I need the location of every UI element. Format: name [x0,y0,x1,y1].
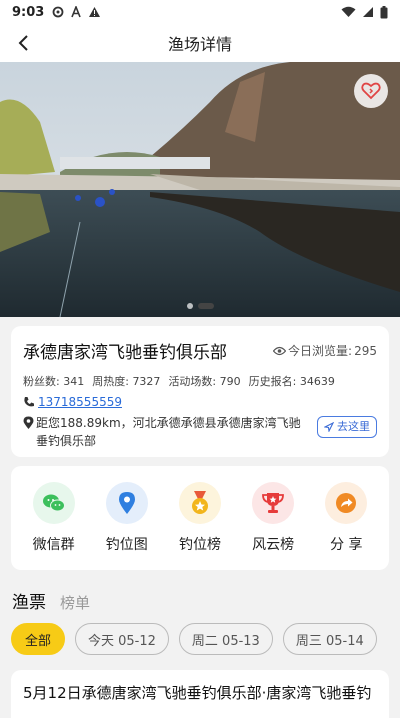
views-value: 295 [354,343,377,358]
signal-icon [363,7,373,17]
heart-icon [361,82,381,100]
views-label: 今日浏览量: [288,344,353,358]
wechat-group-label: 微信群 [32,537,75,553]
ticket-title: 5月12日承德唐家湾飞驰垂钓俱乐部·唐家湾飞驰垂钓 [23,684,372,702]
status-bar: 9:03 [0,0,400,24]
date-chip-today[interactable]: 今天 05-12 [75,623,169,655]
content-tabs: 渔票 榜单 [12,588,90,613]
battery-icon [380,5,388,18]
venue-photo-carousel[interactable] [0,62,400,317]
share-icon-circle [325,482,368,524]
stat-events: 活动场数: 790 [168,375,241,388]
date-chip-all[interactable]: 全部 [11,623,65,655]
tab-tickets[interactable]: 渔票 [12,588,46,613]
today-views: 今日浏览量: 295 [273,342,377,359]
spot-map-label: 钓位图 [105,537,148,553]
page-title: 渔场详情 [167,35,232,54]
carousel-dot[interactable] [186,303,193,309]
date-filter: 全部 今天 05-12 周二 05-13 周三 05-14 [11,623,400,657]
stat-history-signups: 历史报名: 34639 [248,375,335,388]
wechat-icon [42,494,65,512]
spot-map-button[interactable]: 钓位图 [95,482,159,554]
phone-number-link[interactable]: 13718555559 [38,395,122,409]
phone-icon [24,397,34,407]
venue-info-card: 承德唐家湾飞驰垂钓俱乐部 今日浏览量: 295 粉丝数: 341 周热度: 73… [11,326,389,457]
venue-address-row: 距您188.89km，河北承德承德县承德唐家湾飞驰垂钓俱乐部 去这里 [23,414,377,450]
navigate-button-label: 去这里 [337,420,370,433]
status-time: 9:03 [12,4,45,20]
venue-phone[interactable]: 13718555559 [23,395,377,409]
date-chip-tuesday[interactable]: 周二 05-13 [178,623,273,655]
wechat-group-button[interactable]: 微信群 [22,482,86,554]
share-label: 分 享 [330,537,363,553]
wechat-icon-circle [32,482,75,524]
app-bar: 渔场详情 [0,24,400,62]
favorite-button[interactable] [354,74,388,108]
chevron-left-icon [18,35,28,51]
navigation-arrow-icon [324,422,334,432]
venue-address: 距您188.89km，河北承德承德县承德唐家湾飞驰垂钓俱乐部 [36,416,301,448]
leaderboard-button[interactable]: 风云榜 [241,482,305,554]
location-pin-icon-circle [105,482,148,524]
leaderboard-label: 风云榜 [252,537,295,553]
stat-weekly-heat: 周热度: 7327 [92,375,161,388]
share-button[interactable]: 分 享 [314,482,378,554]
actions-card: 微信群 钓位图 钓位榜 风云榜 分 享 [11,466,389,570]
medal-icon [191,491,208,514]
wifi-icon [341,6,356,17]
venue-photo [0,62,400,317]
carousel-indicator [0,303,400,309]
share-icon [336,493,357,513]
a-status-icon [71,6,82,18]
trophy-icon [262,493,285,513]
venue-name: 承德唐家湾飞驰垂钓俱乐部 [23,343,227,363]
spot-ranking-button[interactable]: 钓位榜 [168,482,232,554]
stat-fans: 粉丝数: 341 [23,375,85,388]
venue-stats: 粉丝数: 341 周热度: 7327 活动场数: 790 历史报名: 34639 [23,373,377,389]
settings-status-icon [52,6,64,18]
eye-icon [273,346,287,355]
date-chip-wednesday[interactable]: 周三 05-14 [282,623,377,655]
trophy-icon-circle [252,482,295,524]
carousel-dot-active[interactable] [197,303,214,309]
tab-ranking[interactable]: 榜单 [60,592,90,613]
warning-status-icon [89,7,101,17]
medal-icon-circle [178,482,221,524]
location-pin-icon [118,492,135,514]
location-icon [23,416,34,429]
back-button[interactable] [10,30,36,56]
spot-ranking-label: 钓位榜 [178,537,221,553]
navigate-button[interactable]: 去这里 [317,416,377,438]
